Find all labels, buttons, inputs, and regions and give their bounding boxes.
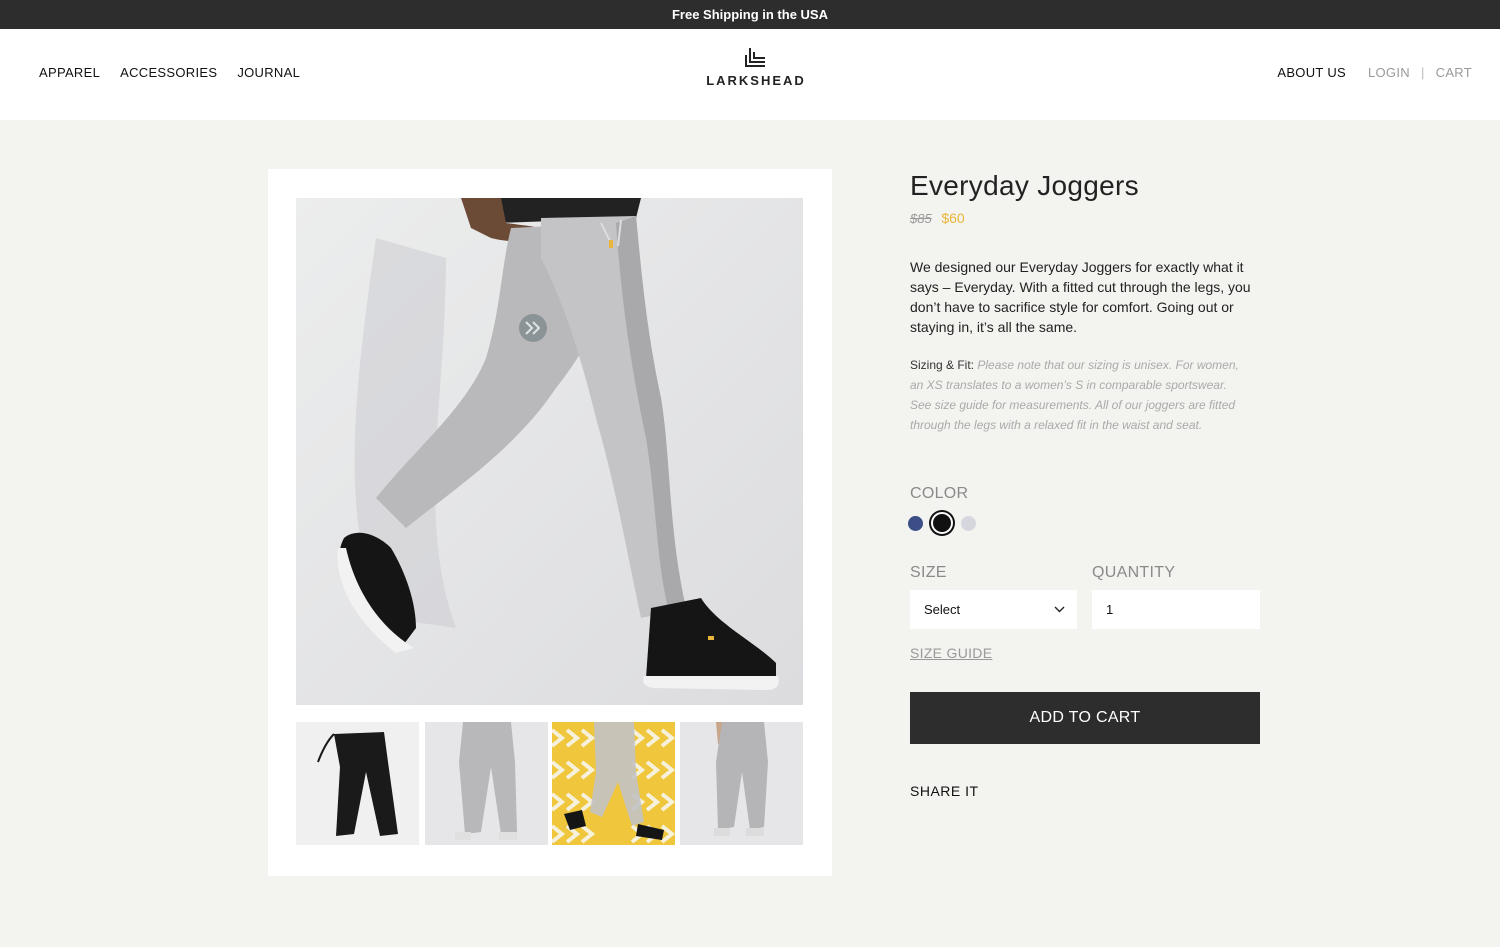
color-label: COLOR <box>910 485 969 502</box>
sizing-fit-label: Sizing & Fit: <box>910 358 975 372</box>
grey-joggers-front-thumb-image <box>425 722 548 845</box>
quantity-label: QUANTITY <box>1092 564 1176 581</box>
nav-cart[interactable]: CART <box>1436 65 1472 80</box>
yellow-pattern-thumb-image <box>552 722 675 845</box>
thumbnail-grey-joggers-front[interactable] <box>425 722 548 845</box>
main-nav: APPAREL ACCESSORIES JOURNAL <box>39 65 300 80</box>
color-swatch-navy[interactable] <box>908 515 923 531</box>
size-guide-link[interactable]: SIZE GUIDE <box>910 645 992 661</box>
quantity-input[interactable] <box>1092 590 1260 629</box>
nav-separator: | <box>1420 65 1425 80</box>
nav-about-us[interactable]: ABOUT US <box>1277 65 1346 80</box>
original-price: $85 <box>910 211 932 226</box>
chevron-down-icon <box>1054 606 1065 613</box>
color-swatches <box>908 512 976 534</box>
account-nav: ABOUT US LOGIN | CART <box>1277 65 1472 80</box>
thumbnail-yellow-pattern[interactable] <box>552 722 675 845</box>
nav-accessories[interactable]: ACCESSORIES <box>120 65 217 80</box>
sale-price: $60 <box>941 210 965 226</box>
nav-journal[interactable]: JOURNAL <box>237 65 300 80</box>
nav-apparel[interactable]: APPAREL <box>39 65 100 80</box>
product-gallery <box>268 169 832 876</box>
color-swatch-black[interactable] <box>931 512 953 534</box>
brand-logo[interactable]: LARKSHEAD <box>700 47 812 88</box>
joggers-photo <box>296 198 803 705</box>
nav-login[interactable]: LOGIN <box>1368 65 1410 80</box>
product-info: Everyday Joggers $85 $60 We designed our… <box>910 170 1260 435</box>
share-it-label[interactable]: SHARE IT <box>910 783 979 799</box>
grey-joggers-woman-thumb-image <box>680 722 803 845</box>
announcement-bar: Free Shipping in the USA <box>0 0 1500 29</box>
black-joggers-thumb-image <box>296 722 419 845</box>
size-select-value: Select <box>924 602 961 617</box>
main-product-image <box>296 198 803 705</box>
size-select[interactable]: Select <box>910 590 1077 629</box>
site-header: APPAREL ACCESSORIES JOURNAL LARKSHEAD AB… <box>0 29 1500 120</box>
product-title: Everyday Joggers <box>910 170 1139 201</box>
color-swatch-grey[interactable] <box>961 515 976 531</box>
add-to-cart-button[interactable]: ADD TO CART <box>910 692 1260 744</box>
thumbnail-grey-joggers-woman[interactable] <box>680 722 803 845</box>
product-prices: $85 $60 <box>910 210 1260 226</box>
larkshead-logo-icon <box>745 48 765 67</box>
thumbnail-black-joggers[interactable] <box>296 722 419 845</box>
announcement-text: Free Shipping in the USA <box>671 7 828 22</box>
size-label: SIZE <box>910 564 947 581</box>
product-description: We designed our Everyday Joggers for exa… <box>910 259 1251 335</box>
brand-name: LARKSHEAD <box>706 73 806 88</box>
sizing-fit-note: Sizing & Fit: Please note that our sizin… <box>910 355 1240 435</box>
